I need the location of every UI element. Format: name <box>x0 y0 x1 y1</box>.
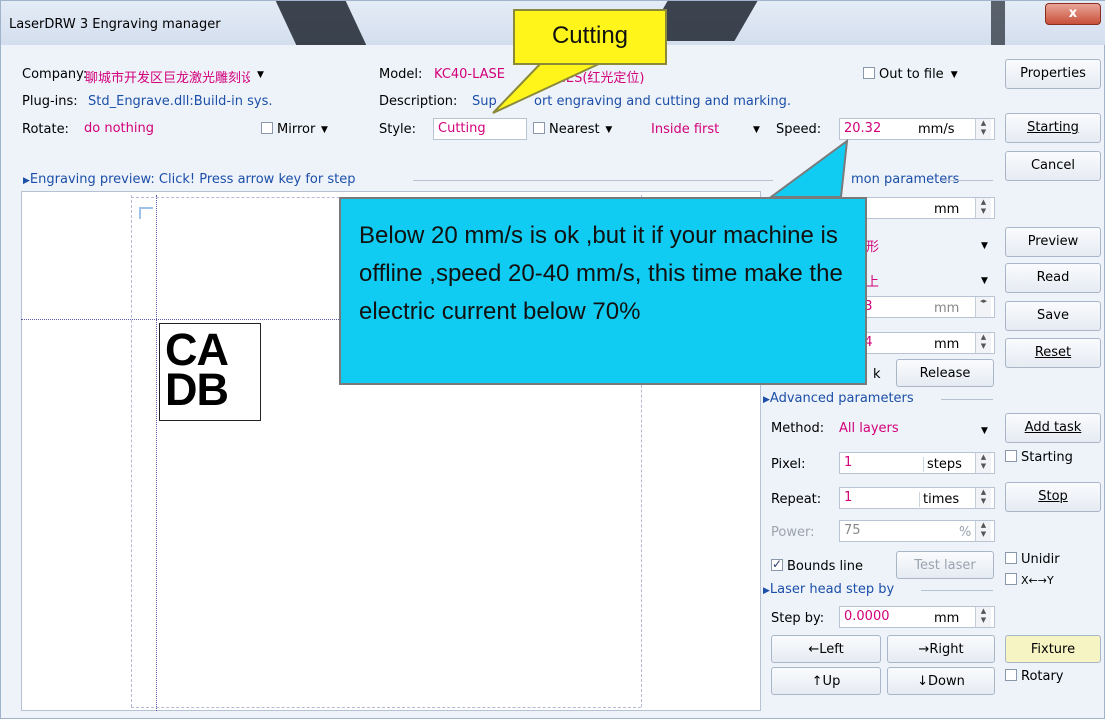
engraving-manager-window: LaserDRW 3 Engraving manager x Company: … <box>0 0 1105 719</box>
cutting-callout: Cutting <box>513 9 667 65</box>
speed-note-callout: Below 20 mm/s is ok ,but it if your mach… <box>339 197 867 385</box>
cutting-callout-pointer <box>492 62 602 114</box>
speed-callout-pointer <box>767 138 849 198</box>
